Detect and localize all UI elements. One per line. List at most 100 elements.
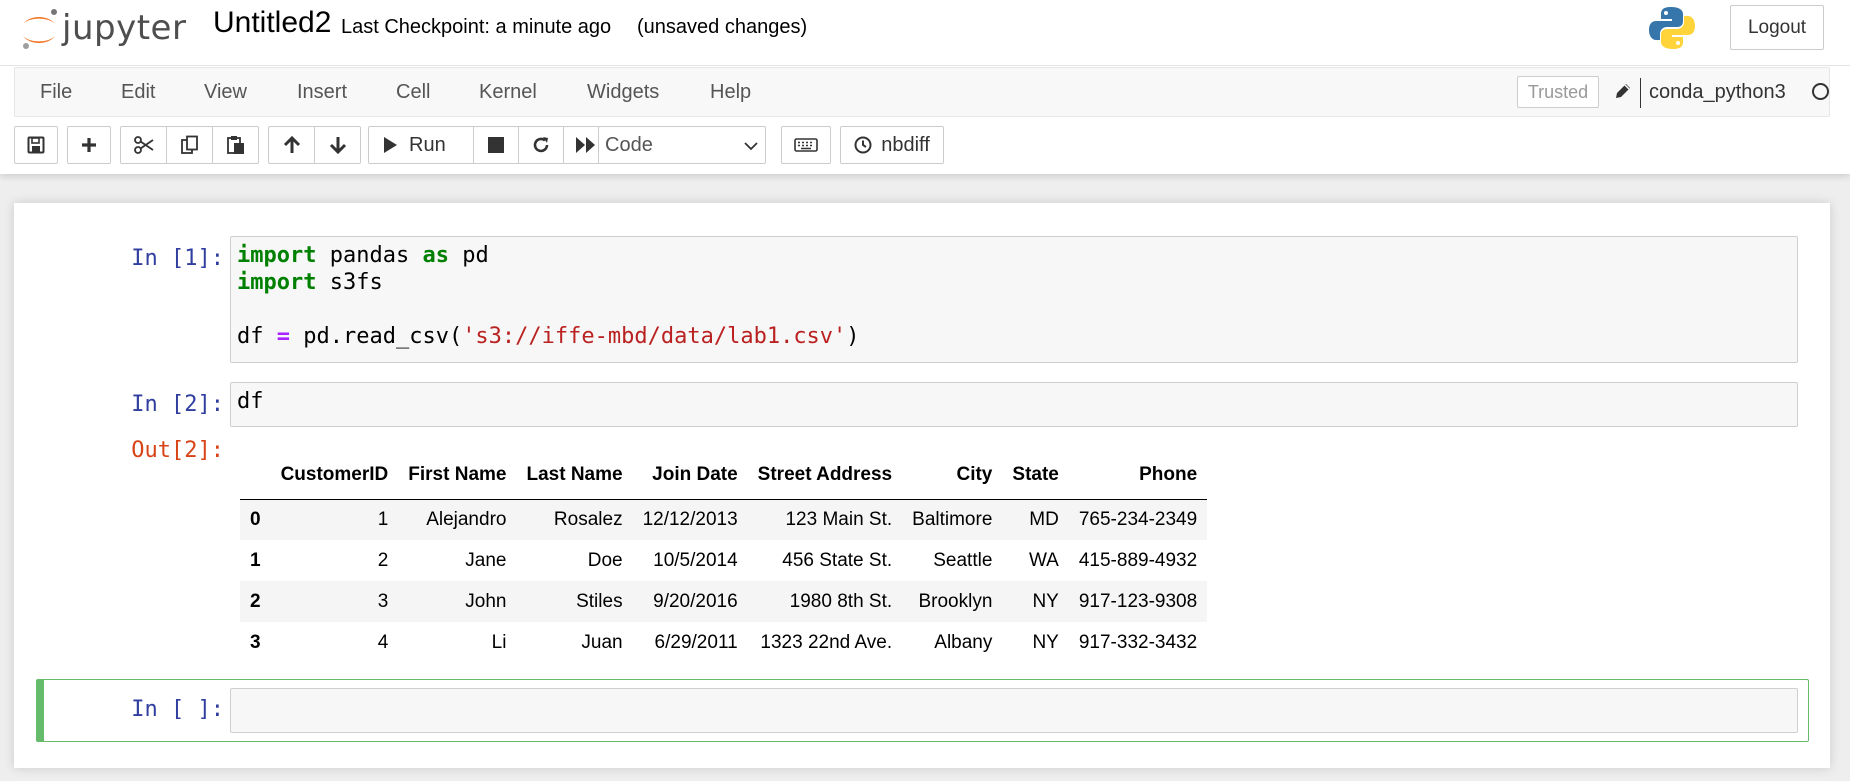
menu-kernel[interactable]: Kernel	[479, 81, 537, 104]
table-cell: 456 State St.	[782, 549, 893, 571]
cell-3-editor[interactable]	[230, 688, 1798, 733]
code-keyword: import	[237, 243, 317, 268]
index-header	[240, 451, 271, 500]
table-cell: MD	[1029, 508, 1059, 530]
row-index: 2	[250, 590, 261, 612]
arrow-down-icon	[329, 137, 346, 155]
table-cell: 1	[377, 508, 389, 530]
menu-widgets[interactable]: Widgets	[587, 81, 659, 104]
column-header: Last Name	[516, 451, 633, 500]
python-logo-icon	[1649, 7, 1695, 49]
jupyter-logo[interactable]: jupyter	[20, 6, 196, 50]
save-icon	[27, 136, 45, 154]
cell-2-output-prompt: Out[2]:	[131, 438, 224, 463]
clock-icon	[854, 136, 872, 154]
run-button[interactable]: Run	[368, 126, 474, 164]
table-row: 0 1 Alejandro Rosalez 12/12/2013 123 Mai…	[240, 499, 1208, 540]
code-keyword: as	[422, 243, 449, 268]
column-header: Phone	[1068, 451, 1208, 500]
table-cell: 4	[377, 631, 389, 653]
code-text: pd.read_csv(	[290, 324, 463, 349]
table-cell: 3	[377, 590, 389, 612]
nbdiff-button[interactable]: nbdiff	[840, 126, 944, 164]
table-header-row: CustomerID First Name Last Name Join Dat…	[240, 451, 1208, 500]
move-up-button[interactable]	[268, 126, 315, 164]
table-cell: Doe	[587, 549, 623, 571]
top-bar: jupyter Untitled2 Last Checkpoint: a min…	[0, 0, 1850, 66]
cell-1-prompt: In [1]:	[131, 246, 224, 271]
autosave-status: (unsaved changes)	[637, 16, 808, 38]
checkpoint-status: Last Checkpoint: a minute ago	[341, 16, 612, 38]
table-cell: John	[465, 590, 507, 612]
restart-button[interactable]	[518, 126, 564, 164]
table-row: 3 4 Li Juan 6/29/2011 1323 22nd Ave. Alb…	[240, 622, 1207, 663]
column-header: CustomerID	[270, 451, 399, 500]
column-header: Street Address	[747, 451, 903, 500]
notebook-header: jupyter Untitled2 Last Checkpoint: a min…	[0, 0, 1850, 174]
table-cell: Rosalez	[553, 508, 623, 530]
code-operator: =	[276, 324, 290, 349]
insert-cell-button[interactable]	[67, 126, 111, 164]
table-cell: 1323 22nd Ave.	[760, 631, 893, 653]
table-cell: 1980 8th St.	[789, 590, 893, 612]
menu-view[interactable]: View	[204, 81, 247, 104]
cell-2-editor[interactable]: df	[230, 382, 1798, 427]
logout-button[interactable]: Logout	[1730, 5, 1824, 50]
fast-forward-icon	[576, 137, 595, 153]
restart-icon	[533, 137, 549, 153]
dataframe-output: CustomerID First Name Last Name Join Dat…	[240, 451, 1208, 663]
table-cell: 9/20/2016	[653, 590, 738, 612]
table-cell: Stiles	[576, 590, 623, 612]
chevron-down-icon	[744, 142, 758, 151]
table-cell: Brooklyn	[918, 590, 993, 612]
table-cell: Juan	[581, 631, 623, 653]
notebook-title[interactable]: Untitled2	[213, 6, 331, 40]
code-text: s3fs	[316, 270, 383, 295]
table-cell: 415-889-4932	[1078, 549, 1198, 571]
menu-help[interactable]: Help	[710, 81, 751, 104]
menu-cell[interactable]: Cell	[396, 81, 430, 104]
notebook-container: In [1]: import pandas as pd import s3fs …	[14, 203, 1830, 768]
cut-button[interactable]	[120, 126, 167, 164]
command-palette-button[interactable]	[781, 126, 831, 164]
table-cell: Jane	[465, 549, 507, 571]
code-text: pd	[448, 243, 489, 268]
cell-type-select[interactable]: Code	[598, 126, 766, 164]
menu-insert[interactable]: Insert	[297, 81, 347, 104]
interrupt-button[interactable]	[473, 126, 519, 164]
paste-button[interactable]	[212, 126, 259, 164]
code-string: 's3://iffe-mbd/data/lab1.csv'	[462, 324, 847, 349]
table-cell: Alejandro	[426, 508, 507, 530]
copy-icon	[180, 135, 198, 154]
pencil-icon[interactable]	[1613, 81, 1633, 101]
table-cell: 2	[377, 549, 389, 571]
table-cell: 12/12/2013	[642, 508, 738, 530]
table-cell: 123 Main St.	[785, 508, 893, 530]
cell-1-editor[interactable]: import pandas as pd import s3fs df = pd.…	[230, 236, 1798, 363]
menu-bar: File Edit View Insert Cell Kernel Widget…	[14, 67, 1830, 117]
move-down-button[interactable]	[314, 126, 361, 164]
table-cell: WA	[1028, 549, 1059, 571]
toolbar: Run Code nbdiff	[14, 126, 1830, 164]
menu-edit[interactable]: Edit	[121, 81, 155, 104]
row-index: 1	[250, 549, 261, 571]
table-cell: Li	[491, 631, 507, 653]
stop-icon	[488, 137, 504, 153]
table-row: 2 3 John Stiles 9/20/2016 1980 8th St. B…	[240, 581, 1208, 622]
arrow-up-icon	[283, 135, 300, 153]
table-cell: 917-332-3432	[1078, 631, 1198, 653]
kernel-idle-indicator	[1812, 83, 1829, 100]
run-label: Run	[409, 133, 446, 156]
copy-button[interactable]	[166, 126, 213, 164]
table-cell: 6/29/2011	[654, 631, 738, 653]
trusted-indicator[interactable]: Trusted	[1517, 76, 1599, 108]
kernel-name[interactable]: conda_python3	[1649, 81, 1786, 104]
keyboard-icon	[794, 138, 818, 152]
jupyter-logo-icon	[23, 9, 57, 49]
logo-text: jupyter	[62, 8, 187, 48]
save-button[interactable]	[14, 126, 58, 164]
table-cell: 917-123-9308	[1078, 590, 1198, 612]
cell-2-prompt: In [2]:	[131, 392, 224, 417]
menu-file[interactable]: File	[40, 81, 72, 104]
code-text: )	[846, 324, 860, 349]
